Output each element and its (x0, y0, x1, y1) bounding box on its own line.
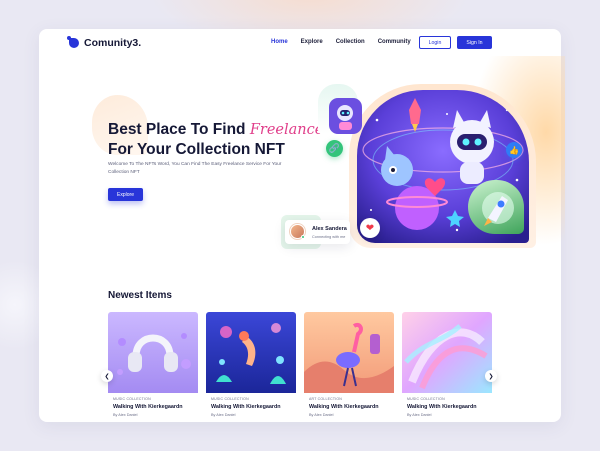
link-icon[interactable]: 🔗 (326, 140, 343, 157)
card-tag: Art Collection (309, 397, 343, 401)
hero-title: Best Place To Find Freelance For Your Co… (108, 120, 323, 159)
nft-card-image (108, 312, 198, 393)
nft-card[interactable]: Music Collection Walking With Kierkegaar… (402, 312, 492, 422)
nft-card[interactable]: Music Collection Walking With Kierkegaar… (206, 312, 296, 422)
card-title: Walking With Kierkegaardn (211, 404, 281, 410)
hero-title-line2: For Your Collection NFT (108, 141, 285, 158)
nav-collection[interactable]: Collection (336, 39, 365, 45)
logo-text: Comunity3. (84, 37, 142, 49)
card-tag: Music Collection (407, 397, 445, 401)
card-title: Walking With Kierkegaardn (309, 404, 379, 410)
card-title: Walking With Kierkegaardn (113, 404, 183, 410)
section-title-newest-items: Newest Items (108, 290, 172, 301)
card-author: By Alex Daniel (211, 413, 236, 417)
card-tag: Music Collection (113, 397, 151, 401)
logo-mark-icon (67, 36, 79, 48)
logo[interactable]: Comunity3. (67, 36, 142, 49)
nft-card-image (304, 312, 394, 393)
login-button[interactable]: Login (419, 36, 451, 49)
nav-explore[interactable]: Explore (301, 39, 323, 45)
nav-home[interactable]: Home (271, 39, 288, 45)
card-author: By Alex Daniel (309, 413, 334, 417)
card-author: By Alex Daniel (113, 413, 138, 417)
mini-nft-artwork (329, 98, 362, 134)
hero-description: Welcome To The NFTs Word, You Can Find T… (108, 162, 282, 175)
thumbs-up-icon[interactable]: 👍 (506, 142, 522, 158)
nft-card-image (206, 312, 296, 393)
nav-community[interactable]: Community (378, 39, 411, 45)
user-status: Connecting with me (312, 235, 346, 239)
hero-title-prefix: Best Place To Find (108, 121, 250, 138)
nft-card-image (402, 312, 492, 393)
nft-card[interactable]: Music Collection Walking With Kierkegaar… (108, 312, 198, 422)
explore-button[interactable]: Explore (108, 188, 143, 201)
main-nav: Home Explore Collection Community (271, 39, 411, 45)
card-title: Walking With Kierkegaardn (407, 404, 477, 410)
hero-title-accent: Freelance (249, 122, 324, 138)
card-tag: Music Collection (211, 397, 249, 401)
nft-card[interactable]: Art Collection Walking With Kierkegaardn… (304, 312, 394, 422)
user-name: Alex Sandera (312, 226, 347, 232)
signin-button[interactable]: Sign In (457, 36, 492, 49)
chevron-left-icon[interactable]: ❮ (101, 370, 113, 382)
rocket-nft-artwork (468, 180, 524, 234)
chevron-right-icon[interactable]: ❯ (485, 370, 497, 382)
online-status-dot (301, 235, 305, 239)
heart-icon[interactable]: ❤ (360, 218, 380, 238)
card-author: By Alex Daniel (407, 413, 432, 417)
